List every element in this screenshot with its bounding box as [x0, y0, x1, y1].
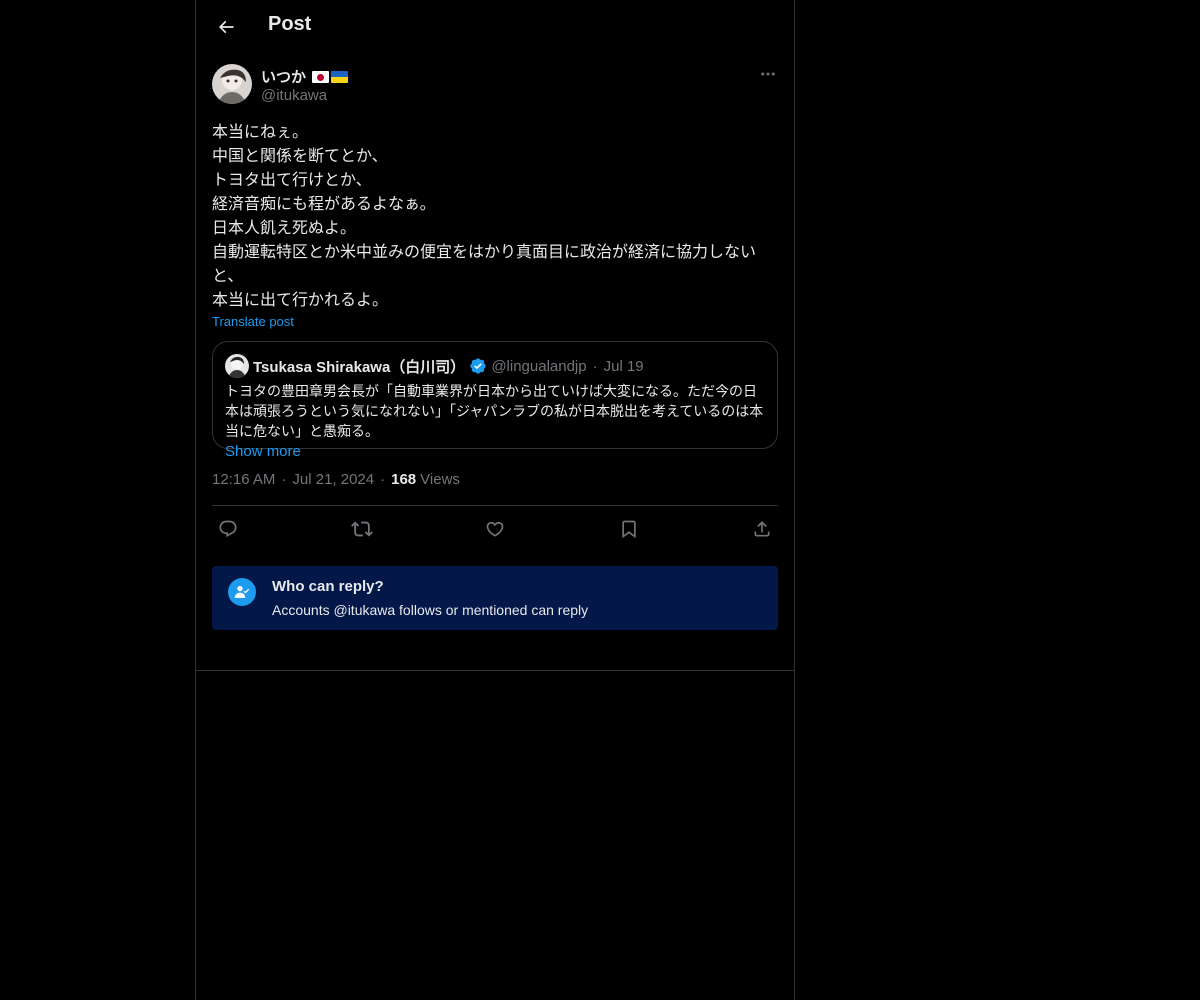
quoted-post[interactable]: Tsukasa Shirakawa（白川司） @lingualandjp · J…: [212, 341, 778, 460]
verified-badge-icon: [469, 357, 487, 375]
author-row: いつか @itukawa: [212, 64, 778, 106]
like-button[interactable]: [483, 517, 507, 541]
page-title: Post: [268, 13, 312, 35]
bookmark-icon: [619, 519, 639, 539]
quote-date: Jul 19: [603, 357, 644, 375]
share-icon: [752, 519, 772, 539]
post-date[interactable]: Jul 21, 2024: [292, 471, 374, 488]
arrow-left-icon: [216, 17, 236, 37]
author-flags: [312, 70, 349, 83]
more-options-button[interactable]: [758, 64, 778, 84]
views-label: Views: [420, 470, 460, 488]
more-dots-icon: [759, 65, 777, 83]
meta-separator: ·: [380, 470, 386, 488]
translate-post-link[interactable]: Translate post: [212, 314, 778, 329]
post-meta: 12:16 AM · Jul 21, 2024 · 168 Views: [212, 469, 778, 489]
reply-icon: [218, 519, 238, 539]
heart-icon: [485, 519, 505, 539]
page-header: Post: [196, 0, 794, 54]
reply-button[interactable]: [216, 517, 240, 541]
quote-author-handle: @lingualandjp: [491, 357, 587, 375]
who-can-reply-notice: Who can reply? Accounts @itukawa follows…: [212, 566, 778, 630]
post-text: 本当にねぇ。 中国と関係を断てとか、 トヨタ出て行けとか、 経済音痴にも程がある…: [212, 122, 757, 309]
post: いつか @itukawa 本当にねぇ。 中国と関係を断てとか、 トヨタ出て行けと…: [212, 64, 778, 630]
post-time[interactable]: 12:16 AM: [212, 471, 275, 488]
share-button[interactable]: [750, 517, 774, 541]
repost-button[interactable]: [350, 517, 374, 541]
bottom-divider: [196, 670, 794, 671]
quote-separator: ·: [592, 357, 598, 375]
avatar[interactable]: [212, 64, 252, 104]
author-name-text: いつか: [261, 69, 307, 86]
author-handle[interactable]: @itukawa: [261, 87, 327, 104]
person-check-icon: [228, 578, 256, 606]
back-button[interactable]: [208, 9, 244, 45]
who-can-reply-subtitle: Accounts @itukawa follows or mentioned c…: [272, 602, 589, 618]
repost-icon: [350, 518, 373, 540]
action-bar: [212, 506, 778, 552]
main-column: Post いつか @itukawa 本当にねぇ。 中国と関係を断てとか、 トヨタ…: [195, 0, 795, 1000]
quote-header: Tsukasa Shirakawa（白川司） @lingualandjp · J…: [225, 354, 765, 378]
show-more-link[interactable]: Show more: [225, 442, 765, 462]
meta-separator: ·: [281, 470, 287, 488]
japan-flag-icon: [312, 70, 330, 83]
quote-avatar: [225, 354, 249, 378]
views-count: 168: [391, 470, 417, 488]
quote-text: トヨタの豊田章男会長が「自動車業界が日本から出ていけば大変になる。ただ今の日本は…: [225, 384, 764, 440]
bookmark-button[interactable]: [617, 517, 641, 541]
who-can-reply-title: Who can reply?: [272, 578, 384, 595]
ukraine-flag-icon: [331, 70, 349, 83]
author-name[interactable]: いつか: [261, 66, 349, 87]
quote-author-name: Tsukasa Shirakawa（白川司）: [253, 358, 466, 376]
